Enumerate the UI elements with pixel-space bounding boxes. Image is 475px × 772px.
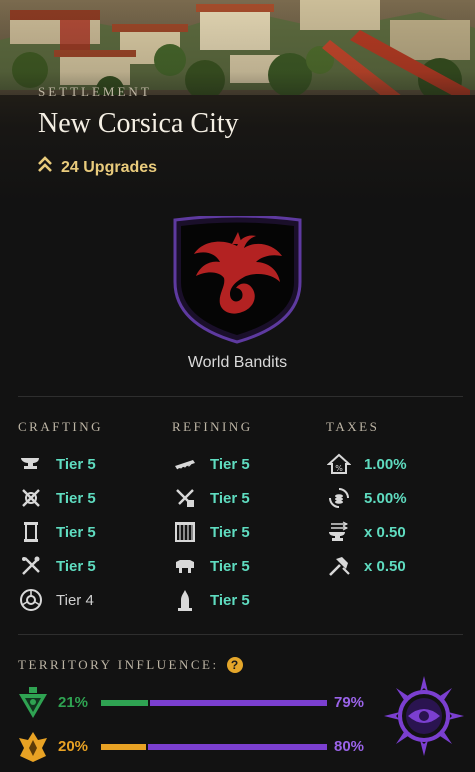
influence-bar-marauders [101,743,327,751]
marauders-icon [16,730,50,764]
refining-row-weaving[interactable]: Tier 5 [172,519,250,545]
company-name: World Bandits [187,354,288,371]
refining-row-woodworking[interactable]: Tier 5 [172,451,250,477]
arcane-circle-icon [18,587,44,613]
divider-bottom [18,634,463,635]
crafting-fee-icon [326,519,352,545]
taxes-heading: TAXES [326,419,380,434]
trading-tax-icon [326,485,352,511]
covenant-eye-icon [384,676,464,756]
scroll-icon [18,519,44,545]
syndicate-icon [16,686,50,720]
crossed-tools-icon [18,485,44,511]
upgrades-count: 24 Upgrades [38,156,157,179]
influence-bar-divider [146,743,148,751]
help-icon[interactable]: ? [226,657,243,673]
upgrade-chevron-icon [38,156,52,179]
company-crest[interactable] [172,214,303,346]
crafting-row-armoring[interactable]: Tier 5 [18,451,96,477]
crafting-row-cooking[interactable]: Tier 5 [18,553,96,579]
settlement-kicker: SETTLEMENT [38,84,152,99]
territory-influence-heading: TERRITORY INFLUENCE: ? [18,657,243,673]
divider-top [18,396,463,397]
crafting-row-outfitting[interactable]: Tier 5 [18,519,96,545]
crafting-row-engineering[interactable]: Tier 5 [18,485,96,511]
loom-icon [172,519,198,545]
cooking-icon [18,553,44,579]
refining-heading: REFINING [172,419,253,434]
anvil-icon [18,451,44,477]
tax-row-property[interactable]: % 1.00% [326,451,407,477]
influence-bar-syndicate [101,699,327,707]
refining-row-smelting[interactable]: Tier 5 [172,485,250,511]
influence-row-syndicate: 21% 79% [16,686,376,720]
influence-bar-divider [148,699,150,707]
stonecutter-icon [172,587,198,613]
crafting-row-arcana[interactable]: Tier 4 [18,587,94,613]
covenant-percent-vs-syndicate: 79% [334,694,365,711]
syndicate-bar-fill [101,700,148,706]
refining-row-stonecutting[interactable]: Tier 5 [172,587,250,613]
influence-row-marauders: 20% 80% [16,730,376,764]
tax-row-crafting-fee[interactable]: x 0.50 [326,519,406,545]
marauders-percent: 20% [58,738,89,755]
refining-row-tanning[interactable]: Tier 5 [172,553,250,579]
covenant-percent-vs-marauders: 80% [334,738,365,755]
tax-row-trading[interactable]: 5.00% [326,485,407,511]
svg-text:%: % [335,464,343,473]
marauders-bar-fill [101,744,146,750]
syndicate-percent: 21% [58,694,89,711]
saw-icon [172,451,198,477]
tannery-icon [172,553,198,579]
smelter-icon [172,485,198,511]
property-tax-icon: % [326,451,352,477]
upgrades-label: 24 Upgrades [61,158,158,176]
settlement-title: New Corsica City [38,108,239,139]
refining-fee-icon [326,553,352,579]
tax-row-refining-fee[interactable]: x 0.50 [326,553,406,579]
crafting-heading: CRAFTING [18,419,104,434]
